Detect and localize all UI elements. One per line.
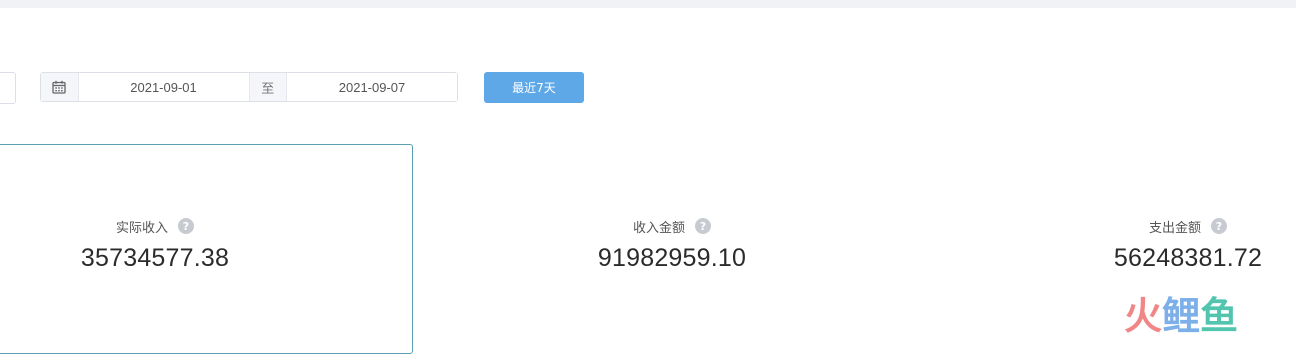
date-range-picker[interactable]: 至 (40, 72, 458, 102)
stat-label: 实际收入 (115, 220, 168, 236)
date-range-separator: 至 (248, 73, 287, 101)
watermark-char: 鱼 (1200, 294, 1239, 338)
stat-label: 收入金额 (632, 220, 685, 236)
help-icon[interactable]: ? (1211, 218, 1227, 234)
stat-actual-income[interactable]: 实际收入 ? 35734577.38 (5, 216, 305, 273)
watermark-logo: 火 鲤 鱼 (1124, 297, 1238, 335)
stat-value: 35734577.38 (80, 244, 230, 272)
calendar-icon[interactable] (41, 73, 79, 101)
stat-value: 91982959.10 (597, 244, 747, 272)
stat-expense-amount[interactable]: 支出金额 ? 56248381.72 (1038, 216, 1296, 273)
start-date-input[interactable] (78, 73, 249, 101)
help-icon[interactable]: ? (178, 218, 194, 234)
help-icon[interactable]: ? (695, 218, 711, 234)
top-divider (0, 0, 1296, 8)
stat-value: 56248381.72 (1113, 244, 1263, 272)
stat-income-amount[interactable]: 收入金额 ? 91982959.10 (522, 216, 822, 273)
stat-label: 支出金额 (1148, 220, 1201, 236)
watermark-char: 火 (1124, 294, 1163, 338)
filter-select-partial[interactable] (0, 72, 16, 104)
recent-7-days-button[interactable]: 最近7天 (484, 72, 584, 103)
watermark-char: 鲤 (1162, 294, 1201, 338)
end-date-input[interactable] (287, 73, 457, 101)
